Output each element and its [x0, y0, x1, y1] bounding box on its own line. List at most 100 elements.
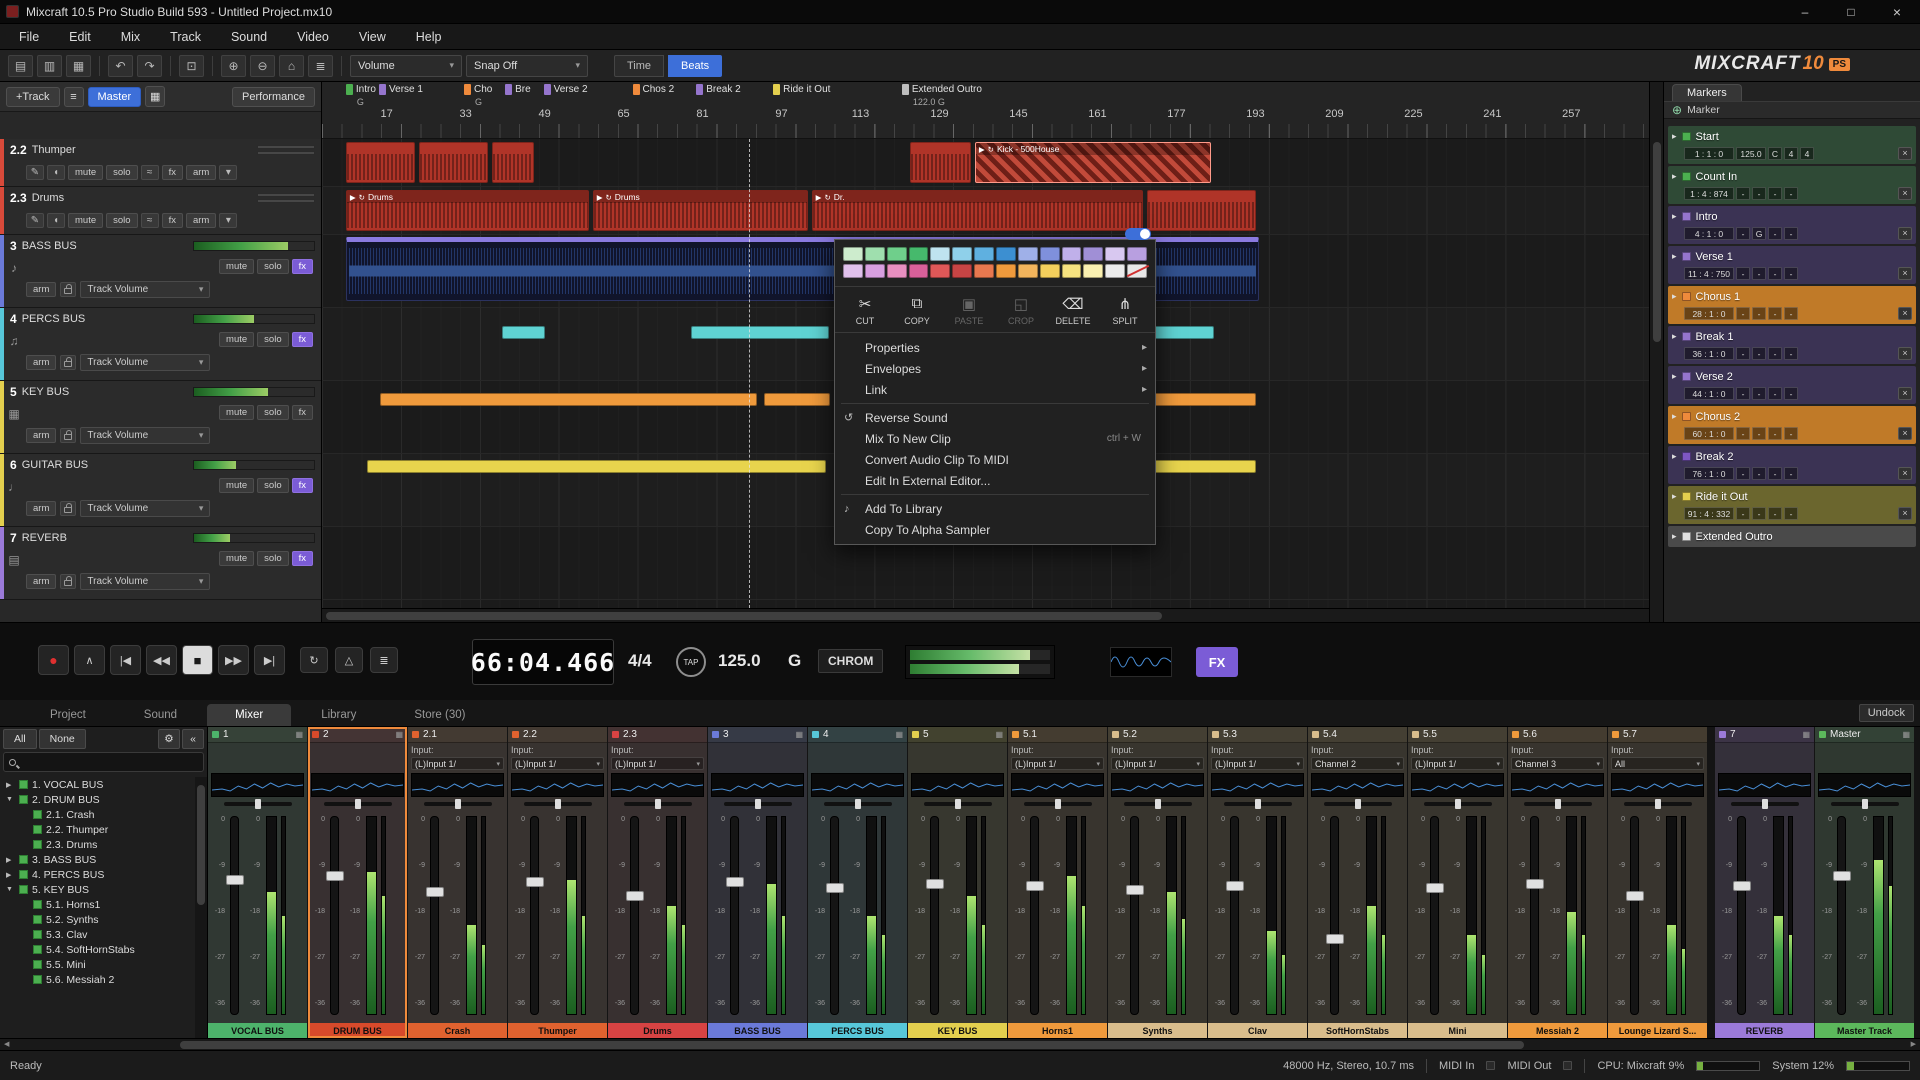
solo-button[interactable]: solo [257, 332, 288, 347]
automation-select[interactable]: Track Volume▾ [80, 573, 210, 590]
marker-field[interactable]: - [1752, 507, 1766, 520]
volume-fader[interactable] [230, 816, 239, 1015]
marker-item-chorus-2[interactable]: ▸Chorus 260 : 1 : 0----× [1668, 406, 1916, 444]
arm-button[interactable]: arm [26, 282, 56, 297]
marker-field[interactable]: - [1736, 427, 1750, 440]
pan-slider[interactable] [908, 797, 1007, 810]
marker-field[interactable]: 44 : 1 : 0 [1684, 387, 1734, 400]
chevron-right-icon[interactable]: ▸ [1672, 411, 1677, 422]
tempo-value[interactable]: 125.0 [718, 651, 761, 671]
fader-handle[interactable] [1833, 871, 1851, 881]
tree-item-5-5-mini[interactable]: 5.5. Mini [0, 957, 195, 972]
marker-item-verse-2[interactable]: ▸Verse 244 : 1 : 0----× [1668, 366, 1916, 404]
arm-button[interactable]: arm [186, 213, 216, 228]
pan-slider[interactable] [1108, 797, 1207, 810]
mixer-hscrollbar[interactable]: ◀ ▶ [0, 1038, 1920, 1050]
arm-button[interactable]: arm [26, 355, 56, 370]
clip-color-swatch[interactable] [887, 247, 907, 261]
save-project-icon[interactable]: ▦ [66, 55, 91, 77]
marker-field[interactable]: 4 [1784, 147, 1798, 160]
marker-field[interactable]: - [1784, 307, 1798, 320]
fader-handle[interactable] [326, 871, 344, 881]
marker-field[interactable]: - [1736, 387, 1750, 400]
tree-item-5-3-clav[interactable]: 5.3. Clav [0, 927, 195, 942]
snap-select[interactable]: Snap Off ▾ [466, 55, 588, 77]
automation-select[interactable]: Track Volume▾ [80, 354, 210, 371]
chevron-right-icon[interactable]: ▸ [1672, 171, 1677, 182]
fx-button[interactable]: fx [292, 478, 313, 493]
undo-icon[interactable]: ↶ [108, 55, 133, 77]
mixer-channel-5-6[interactable]: 5.6Input:Channel 3▾00-9-9-18-18-27-27-36… [1508, 727, 1607, 1038]
fader-handle[interactable] [1126, 885, 1144, 895]
marker-item-break-2[interactable]: ▸Break 276 : 1 : 0----× [1668, 446, 1916, 484]
marker-delete-button[interactable]: × [1898, 267, 1912, 280]
clip-color-swatch[interactable] [1083, 247, 1103, 261]
input-select[interactable]: (L)Input 1/▾ [1211, 757, 1304, 770]
volume-fader[interactable] [1530, 816, 1539, 1015]
chevron-right-icon[interactable]: ▸ [1672, 291, 1677, 302]
tree-item-3-bass-bus[interactable]: ▶3. BASS BUS [0, 852, 195, 867]
clip-color-swatch[interactable] [1062, 247, 1082, 261]
volume-fader[interactable] [1130, 816, 1139, 1015]
chevron-right-icon[interactable]: ▸ [1672, 451, 1677, 462]
arm-button[interactable]: arm [186, 165, 216, 180]
tree-item-2-1-crash[interactable]: 2.1. Crash [0, 807, 195, 822]
clip-color-swatch[interactable] [996, 264, 1016, 278]
region-marker-chos-2[interactable]: Chos 2 [633, 84, 675, 95]
menu-item-copy-to-alpha-sampler[interactable]: Copy To Alpha Sampler [835, 519, 1155, 540]
menu-item-reverse-sound[interactable]: ↺Reverse Sound [835, 407, 1155, 428]
fader-handle[interactable] [426, 887, 444, 897]
tree-item-1-vocal-bus[interactable]: ▶1. VOCAL BUS [0, 777, 195, 792]
select-all-button[interactable]: All [3, 729, 37, 749]
key-value[interactable]: G [788, 651, 801, 671]
marker-field[interactable]: - [1752, 467, 1766, 480]
marker-field[interactable]: - [1768, 387, 1782, 400]
input-select[interactable]: Channel 2▾ [1311, 757, 1404, 770]
split-button[interactable]: ⋔SPLIT [1099, 295, 1151, 326]
marker-field[interactable]: - [1768, 347, 1782, 360]
fader-handle[interactable] [1626, 891, 1644, 901]
marker-field[interactable]: - [1736, 467, 1750, 480]
grid-icon[interactable]: ▦ [395, 730, 403, 739]
input-select[interactable]: Channel 3▾ [1511, 757, 1604, 770]
marker-field[interactable]: - [1768, 267, 1782, 280]
clip-color-auto-toggle[interactable] [1125, 228, 1151, 240]
record-button[interactable]: ● [38, 645, 69, 675]
loop-button[interactable]: ↻ [300, 647, 328, 673]
marker-field[interactable]: - [1752, 187, 1766, 200]
marker-field[interactable]: - [1736, 227, 1750, 240]
marker-item-break-1[interactable]: ▸Break 136 : 1 : 0----× [1668, 326, 1916, 364]
pan-slider[interactable] [608, 797, 707, 810]
audio-clip[interactable] [492, 142, 534, 183]
pencil-icon[interactable]: ✎ [26, 165, 44, 180]
lock-icon[interactable] [60, 574, 76, 589]
tap-tempo-button[interactable]: TAP [676, 647, 706, 677]
time-mode-toggle[interactable]: Time [614, 55, 664, 77]
clip-color-swatch[interactable] [1018, 247, 1038, 261]
track-list-icon[interactable]: ≡ [64, 87, 84, 107]
lock-icon[interactable] [60, 501, 76, 516]
fx-button[interactable]: fx [292, 259, 313, 274]
speaker-icon[interactable]: ◖ [47, 165, 65, 180]
marker-field[interactable]: - [1784, 347, 1798, 360]
tab-project[interactable]: Project [22, 704, 114, 726]
marker-item-ride-it-out[interactable]: ▸Ride it Out91 : 4 : 332----× [1668, 486, 1916, 524]
fader-handle[interactable] [1226, 881, 1244, 891]
audio-clip[interactable] [1147, 190, 1256, 231]
audio-clip[interactable] [502, 326, 544, 339]
marker-field[interactable]: - [1784, 267, 1798, 280]
volume-fader[interactable] [1737, 816, 1746, 1015]
pan-slider[interactable] [1608, 797, 1707, 810]
rewind-button[interactable]: ◀◀ [146, 645, 177, 675]
marker-item-extended-outro[interactable]: ▸Extended Outro [1668, 526, 1916, 547]
marker-item-count-in[interactable]: ▸Count In1 : 4 : 874----× [1668, 166, 1916, 204]
clip-color-swatch[interactable] [865, 247, 885, 261]
input-select[interactable]: (L)Input 1/▾ [1111, 757, 1204, 770]
fader-handle[interactable] [926, 879, 944, 889]
menu-video[interactable]: Video [282, 26, 344, 48]
tree-item-4-percs-bus[interactable]: ▶4. PERCS BUS [0, 867, 195, 882]
automation-select[interactable]: Track Volume▾ [80, 281, 210, 298]
scroll-right-icon[interactable]: ▶ [1911, 1040, 1916, 1048]
zoom-in-icon[interactable]: ⊕ [221, 55, 246, 77]
solo-button[interactable]: solo [257, 405, 288, 420]
